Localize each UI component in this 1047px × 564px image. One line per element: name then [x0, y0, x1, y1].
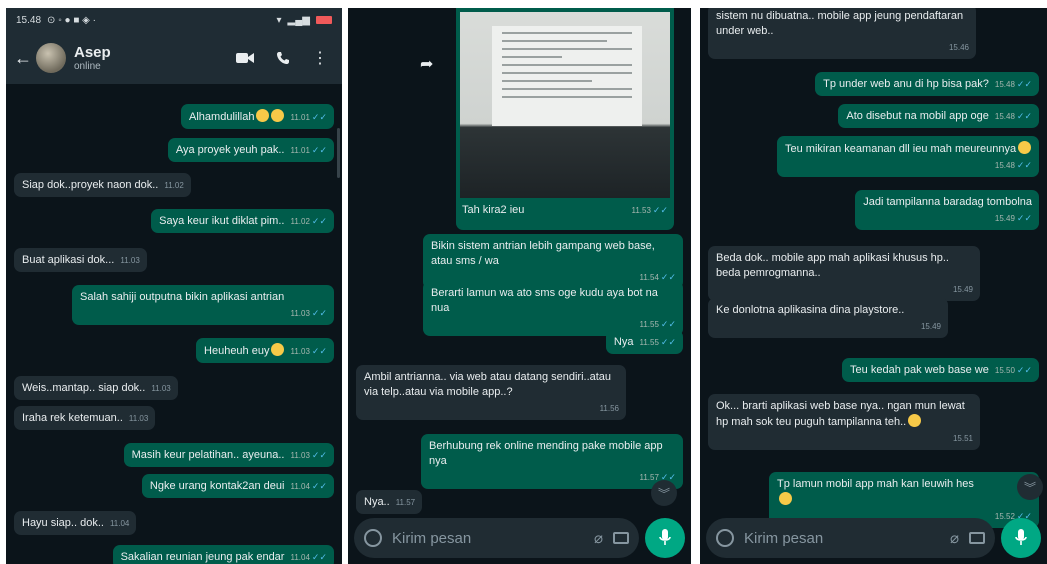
mic-button[interactable]	[645, 518, 685, 558]
grin-emoji-icon	[256, 109, 270, 122]
message-bubble[interactable]: Saya keur ikut diklat pim.. 11.02 ✓✓	[151, 209, 334, 233]
chat-screen-1: 15.48 ⊙ ◦ ● ■ ◈ · ▾ ▂▄▆ ← Asep online ⋮ …	[6, 8, 342, 564]
message-bubble[interactable]: Ok... brarti aplikasi web base nya.. nga…	[708, 394, 980, 450]
photo-caption: Tah kira2 ieu	[462, 204, 525, 216]
message-bubble[interactable]: sistem nu dibuatna.. mobile app jeung pe…	[708, 8, 976, 59]
message-bubble[interactable]: Alhamdulillah 11.01 ✓✓	[181, 104, 334, 129]
message-bubble[interactable]: Beda dok.. mobile app mah aplikasi khusu…	[708, 246, 980, 301]
emoji-icon[interactable]	[716, 529, 734, 547]
attach-icon[interactable]: ⌀	[950, 529, 959, 547]
chat-screen-2: ➦ Tah kira2 ieu 11.53 ✓✓ Bikin sistem ant…	[348, 8, 691, 564]
message-placeholder[interactable]: Kirim pesan	[744, 530, 940, 547]
message-bubble[interactable]: Buat aplikasi dok... 11.03	[14, 248, 147, 272]
read-ticks-icon: ✓✓	[1016, 79, 1032, 89]
read-ticks-icon: ✓✓	[1016, 213, 1032, 223]
mic-icon	[1015, 529, 1027, 545]
scroll-down-button[interactable]: ︾	[651, 480, 677, 506]
read-ticks-icon: ✓✓	[660, 337, 676, 347]
message-bubble[interactable]: Tp under web anu di hp bisa pak? 15.48 ✓✓	[815, 72, 1039, 96]
camera-icon[interactable]	[613, 532, 629, 544]
mic-button[interactable]	[1001, 518, 1041, 558]
grin-emoji-icon	[271, 343, 285, 356]
message-bubble[interactable]: Masih keur pelatihan.. ayeuna.. 11.03 ✓✓	[123, 443, 334, 467]
attach-icon[interactable]: ⌀	[594, 529, 603, 547]
battery-icon	[316, 16, 332, 24]
message-bubble[interactable]: Berarti lamun wa ato sms oge kudu aya bo…	[423, 281, 683, 336]
message-bubble[interactable]: Aya proyek yeuh pak.. 11.01 ✓✓	[167, 138, 334, 162]
grin-emoji-icon	[1018, 141, 1032, 154]
message-bubble[interactable]: Ke donlotna aplikasina dina playstore.. 1…	[708, 298, 948, 338]
scroll-down-button[interactable]: ︾	[1017, 474, 1043, 500]
message-input-bar: Kirim pesan ⌀	[354, 518, 685, 558]
message-bubble[interactable]: Jadi tampilanna baradag tombolna 15.49 ✓✓	[855, 190, 1039, 230]
message-bubble[interactable]: Salah sahiji outputna bikin aplikasi ant…	[72, 285, 334, 325]
contact-info[interactable]: Asep online	[74, 44, 236, 72]
more-options-icon[interactable]: ⋮	[312, 48, 328, 68]
read-ticks-icon: ✓✓	[1016, 160, 1032, 170]
read-ticks-icon: ✓✓	[660, 319, 676, 329]
message-bubble[interactable]: Iraha rek ketemuan.. 11.03	[14, 406, 156, 430]
read-ticks-icon: ✓✓	[311, 481, 327, 491]
message-bubble[interactable]: Berhubung rek online mending pake mobile…	[421, 434, 683, 489]
photo-message[interactable]: Tah kira2 ieu 11.53 ✓✓	[456, 8, 674, 230]
forward-icon[interactable]: ➦	[420, 54, 433, 74]
voice-call-icon[interactable]	[276, 51, 290, 65]
read-ticks-icon: ✓✓	[311, 112, 327, 122]
message-bubble[interactable]: Ato disebut na mobil app oge 15.48 ✓✓	[838, 104, 1039, 128]
read-ticks-icon: ✓✓	[311, 450, 327, 460]
message-bubble[interactable]: Siap dok..proyek naon dok.. 11.02	[14, 173, 191, 197]
wifi-icon: ▾	[276, 14, 282, 26]
message-bubble[interactable]: Ambil antrianna.. via web atau datang se…	[356, 365, 626, 420]
read-ticks-icon: ✓✓	[1016, 111, 1032, 121]
read-ticks-icon: ✓✓	[311, 552, 327, 562]
message-bubble[interactable]: Hayu siap.. dok.. 11.04	[14, 511, 137, 535]
message-bubble[interactable]: Nya.. 11.57	[356, 490, 423, 514]
mic-icon	[659, 529, 671, 545]
signal-icon: ▂▄▆	[287, 14, 310, 26]
read-ticks-icon: ✓✓	[311, 145, 327, 155]
paper-document-image	[492, 26, 642, 126]
read-ticks-icon: ✓✓	[311, 308, 327, 318]
read-ticks-icon: ✓✓	[652, 205, 668, 215]
notification-icons: ⊙ ◦ ● ■ ◈ ·	[47, 14, 96, 26]
contact-status: online	[74, 61, 101, 72]
message-placeholder[interactable]: Kirim pesan	[392, 530, 584, 547]
signal-icons: ▾ ▂▄▆	[276, 14, 332, 26]
camera-icon[interactable]	[969, 532, 985, 544]
avatar[interactable]	[36, 43, 66, 73]
message-bubble[interactable]: Teu mikiran keamanan dll ieu mah meureun…	[777, 136, 1039, 177]
message-input[interactable]: Kirim pesan ⌀	[706, 518, 995, 558]
chat-screen-3: sistem nu dibuatna.. mobile app jeung pe…	[700, 8, 1047, 564]
message-bubble[interactable]: Ngke urang kontak2an deui 11.04 ✓✓	[141, 474, 334, 498]
message-input-bar: Kirim pesan ⌀	[706, 518, 1041, 558]
read-ticks-icon: ✓✓	[311, 346, 327, 356]
scrollbar[interactable]	[337, 128, 340, 178]
message-bubble[interactable]: Sakalian reunian jeung pak endar 11.04 ✓✓	[112, 545, 334, 564]
read-ticks-icon: ✓✓	[1016, 365, 1032, 375]
document-photo[interactable]	[460, 12, 670, 198]
message-bubble[interactable]: Weis..mantap.. siap dok.. 11.03	[14, 376, 178, 400]
contact-name: Asep	[74, 44, 111, 61]
video-call-icon[interactable]	[236, 52, 254, 64]
grin-emoji-icon	[271, 109, 285, 122]
read-ticks-icon: ✓✓	[311, 216, 327, 226]
message-bubble[interactable]: Heuheuh euy 11.03 ✓✓	[196, 338, 334, 363]
status-time: 15.48	[16, 14, 42, 26]
message-bubble[interactable]: Teu kedah pak web base we 15.50 ✓✓	[842, 358, 1039, 382]
emoji-icon[interactable]	[364, 529, 382, 547]
back-arrow-icon[interactable]: ←	[14, 48, 32, 69]
message-input[interactable]: Kirim pesan ⌀	[354, 518, 639, 558]
grin-emoji-icon	[779, 492, 792, 505]
status-bar: 15.48 ⊙ ◦ ● ■ ◈ · ▾ ▂▄▆	[6, 8, 342, 32]
chat-header: ← Asep online ⋮	[6, 32, 342, 84]
grin-emoji-icon	[908, 414, 922, 427]
message-bubble[interactable]: Nya 11.55 ✓✓	[605, 330, 683, 354]
